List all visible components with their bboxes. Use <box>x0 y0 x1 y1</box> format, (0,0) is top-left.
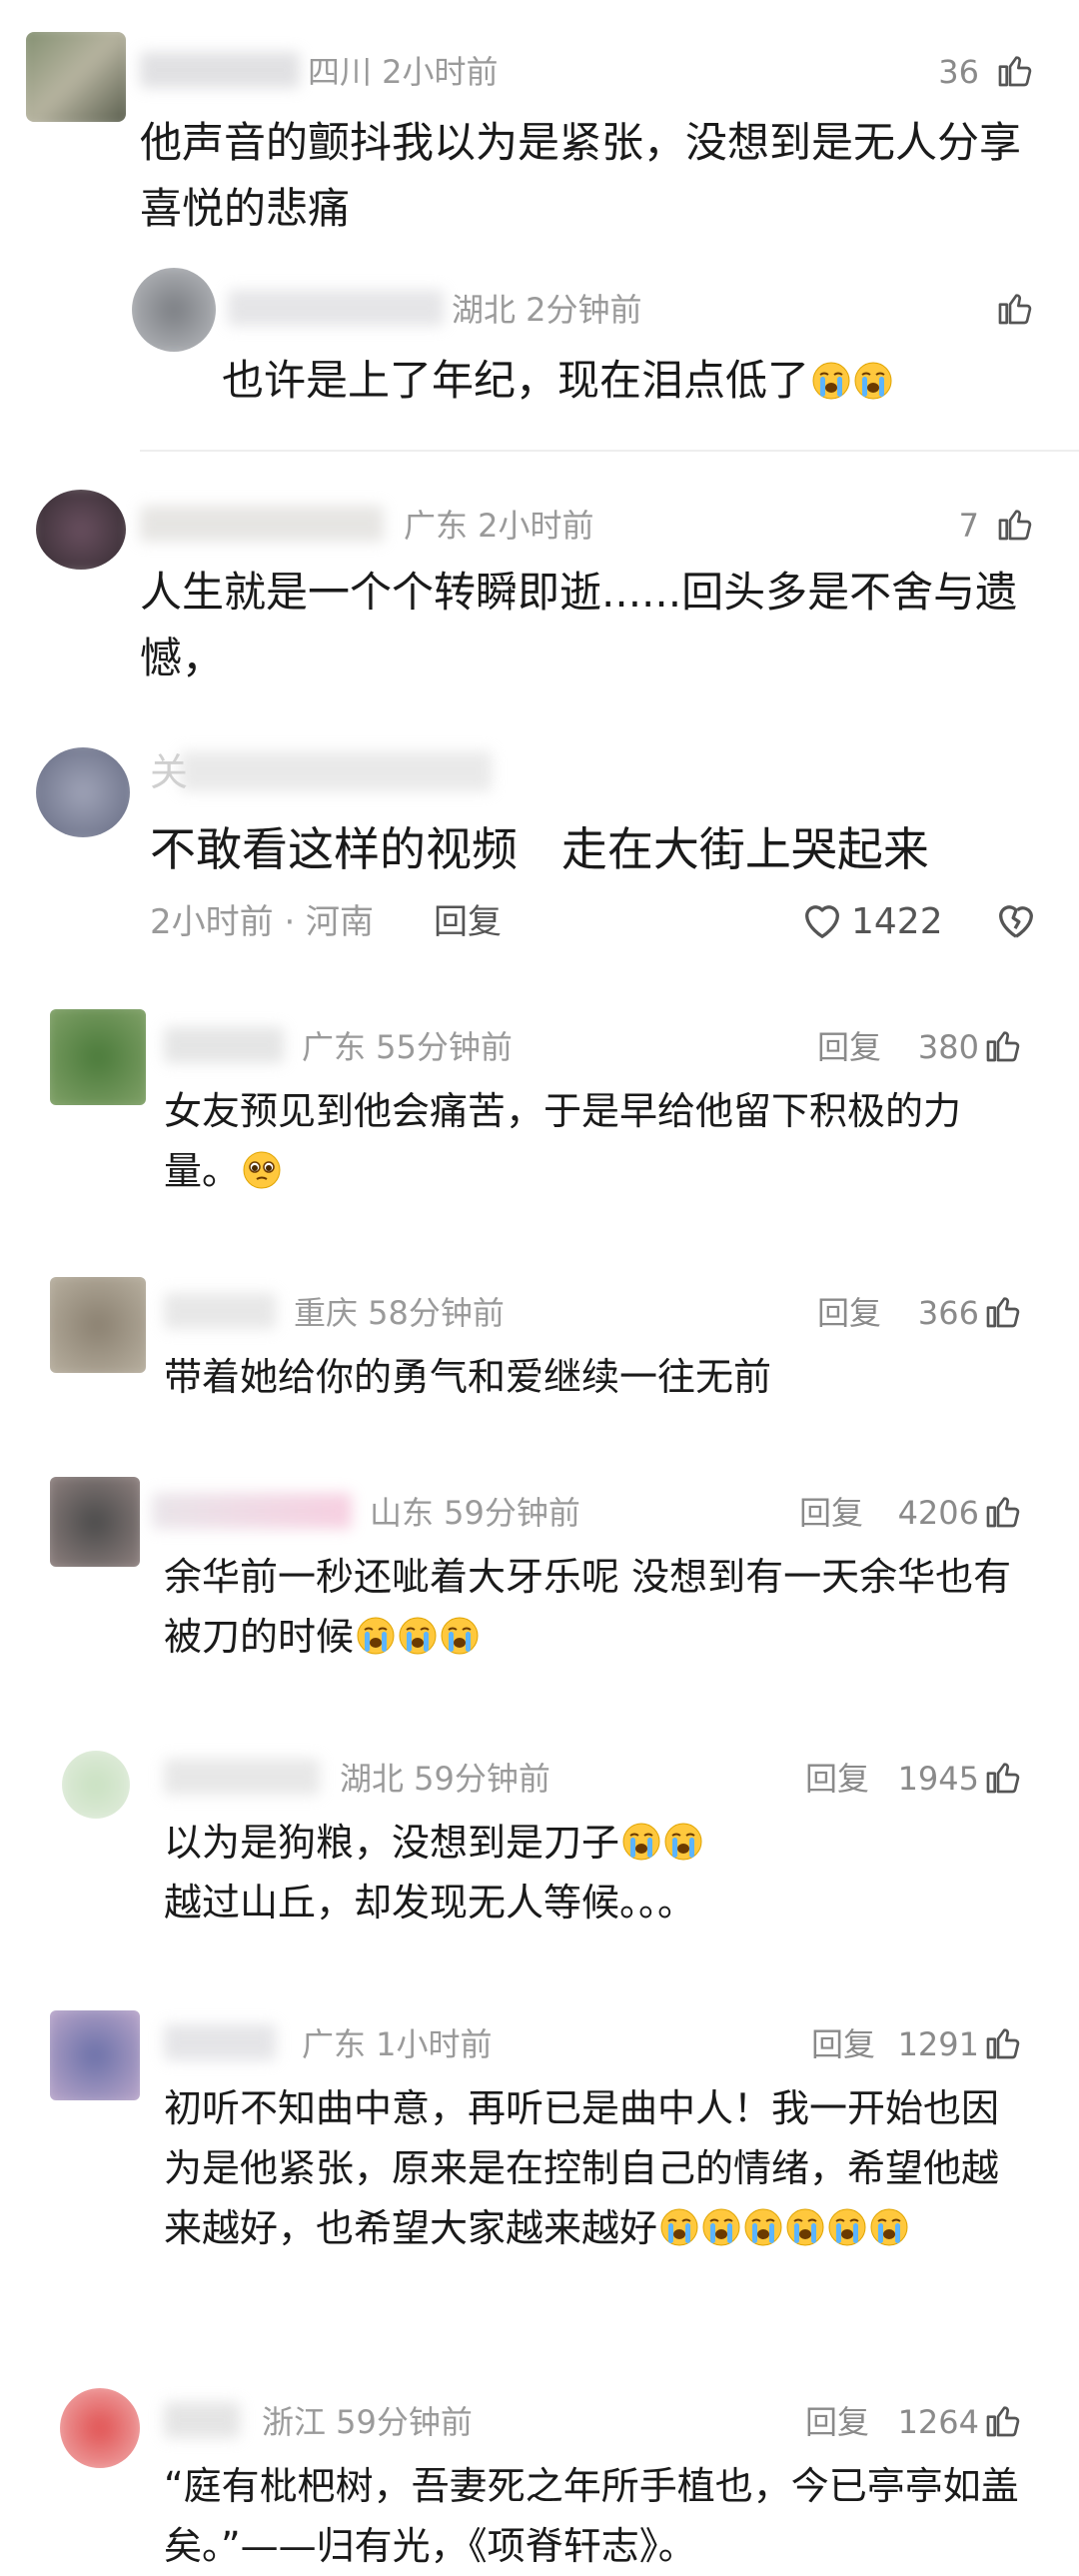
thumbs-up-icon[interactable] <box>983 2400 1023 2440</box>
reply-button[interactable]: 回复 <box>817 1027 881 1067</box>
comment-text-content: 余华前一秒还呲着大牙乐呢 没想到有一天余华也有被刀的时候 <box>164 1555 1012 1659</box>
username-blurred[interactable] <box>164 1027 284 1063</box>
thumbs-up-icon[interactable] <box>983 1291 1023 1331</box>
crying-emoji-icon <box>827 2207 867 2247</box>
dislike-broken-heart-icon[interactable] <box>993 897 1039 943</box>
like-count: 366 <box>917 1294 979 1332</box>
comment-location-time: 浙江 59分钟前 <box>262 2403 473 2441</box>
crying-emoji-icon <box>869 2207 909 2247</box>
comment-text: 他声音的颤抖我以为是紧张，没想到是无人分享喜悦的悲痛 <box>140 118 1022 233</box>
crying-emoji-icon <box>356 1616 396 1656</box>
reply-button[interactable]: 回复 <box>817 1293 881 1333</box>
username-blurred[interactable] <box>164 1293 276 1329</box>
thumbs-up-icon[interactable] <box>983 1491 1023 1531</box>
comment-location-time: 广东 2小时前 <box>404 507 594 545</box>
avatar[interactable] <box>50 1477 140 1567</box>
thumbs-up-icon[interactable] <box>983 1757 1023 1797</box>
comment-text: 不敢看这样的视频 走在大街上哭起来 <box>150 822 929 876</box>
like-count: 36 <box>938 53 979 91</box>
comment-text: 初听不知曲中意，再听已是曲中人！我一开始也因为是他紧张，原来是在控制自己的情绪，… <box>164 2078 1035 2258</box>
comment-text-line: 以为是狗粮，没想到是刀子 <box>164 1821 620 1865</box>
crying-emoji-icon <box>701 2207 741 2247</box>
crying-emoji-icon <box>853 361 893 401</box>
like-count: 4206 <box>897 1494 979 1532</box>
reply-button[interactable]: 回复 <box>805 1759 869 1799</box>
avatar[interactable] <box>36 490 126 570</box>
avatar[interactable] <box>60 2388 140 2468</box>
comment-text: 以为是狗粮，没想到是刀子 越过山丘，却发现无人等候。。。 <box>164 1813 1043 1932</box>
comment-text-content: 女友预见到他会痛苦，于是早给他留下积极的力量。 <box>164 1089 962 1193</box>
comment-location-time: 湖北 2分钟前 <box>452 291 642 329</box>
reply-button[interactable]: 回复 <box>799 1493 863 1533</box>
thumbs-up-icon[interactable] <box>995 288 1035 328</box>
username-blurred[interactable] <box>228 290 444 326</box>
username-blurred[interactable] <box>164 2402 240 2438</box>
username-blurred[interactable] <box>164 1759 320 1795</box>
thumbs-up-icon[interactable] <box>983 1025 1023 1065</box>
like-count: 1945 <box>897 1760 979 1798</box>
username-blurred[interactable] <box>140 506 384 542</box>
comment-location-time: 湖北 59分钟前 <box>340 1760 550 1798</box>
thumbs-up-icon[interactable] <box>983 2022 1023 2062</box>
divider <box>140 450 1079 452</box>
avatar[interactable] <box>132 268 216 352</box>
crying-emoji-icon <box>621 1822 661 1862</box>
comment-time-location: 2小时前 · 河南 <box>150 902 375 942</box>
like-count: 7 <box>958 507 979 545</box>
like-count: 380 <box>917 1028 979 1066</box>
pleading-face-emoji-icon <box>242 1150 282 1190</box>
avatar[interactable] <box>50 1009 146 1105</box>
comment-location-time: 广东 55分钟前 <box>302 1028 513 1066</box>
comment-text-line: 越过山丘，却发现无人等候。。。 <box>164 1881 696 1925</box>
reply-button[interactable]: 回复 <box>811 2024 875 2064</box>
like-count: 1291 <box>897 2025 979 2063</box>
avatar[interactable] <box>50 1277 146 1373</box>
comment-text-content: 也许是上了年纪，现在泪点低了 <box>222 356 810 405</box>
avatar[interactable] <box>62 1751 130 1819</box>
comment-text: 女友预见到他会痛苦，于是早给他留下积极的力量。 <box>164 1081 1033 1201</box>
heart-icon[interactable] <box>799 897 845 943</box>
username-blurred[interactable] <box>164 2024 276 2060</box>
crying-emoji-icon <box>785 2207 825 2247</box>
thumbs-up-icon[interactable] <box>995 504 1035 544</box>
crying-emoji-icon <box>398 1616 438 1656</box>
like-count: 1264 <box>897 2403 979 2441</box>
username-blurred[interactable] <box>140 52 300 88</box>
username-blurred[interactable] <box>180 751 492 791</box>
comment-text: 带着她给你的勇气和爱继续一往无前 <box>164 1355 772 1399</box>
comment-location-time: 广东 1小时前 <box>302 2025 493 2063</box>
comment-location-time: 山东 59分钟前 <box>370 1494 580 1532</box>
crying-emoji-icon <box>663 1822 703 1862</box>
comment-location-time: 重庆 58分钟前 <box>294 1294 505 1332</box>
crying-emoji-icon <box>659 2207 699 2247</box>
crying-emoji-icon <box>440 1616 480 1656</box>
crying-emoji-icon <box>811 361 851 401</box>
reply-button[interactable]: 回复 <box>805 2402 869 2442</box>
thumbs-up-icon[interactable] <box>995 50 1035 90</box>
crying-emoji-icon <box>743 2207 783 2247</box>
username-blurred[interactable] <box>152 1493 352 1529</box>
comment-text: 人生就是一个个转瞬即逝......回头多是不舍与遗憾， <box>140 568 1018 682</box>
comment-location-time: 四川 2小时前 <box>308 53 499 91</box>
comment-text: “庭有枇杷树，吾妻死之年所手植也，今已亭亭如盖矣。”——归有光，《项脊轩志》。 <box>164 2464 1019 2568</box>
comment-text: 也许是上了年纪，现在泪点低了 <box>222 348 1041 414</box>
comment-text: 余华前一秒还呲着大牙乐呢 没想到有一天余华也有被刀的时候 <box>164 1547 1043 1667</box>
avatar[interactable] <box>36 747 130 837</box>
avatar[interactable] <box>50 2010 140 2100</box>
like-count: 1422 <box>851 901 943 942</box>
avatar[interactable] <box>26 32 126 122</box>
reply-button[interactable]: 回复 <box>434 902 502 942</box>
